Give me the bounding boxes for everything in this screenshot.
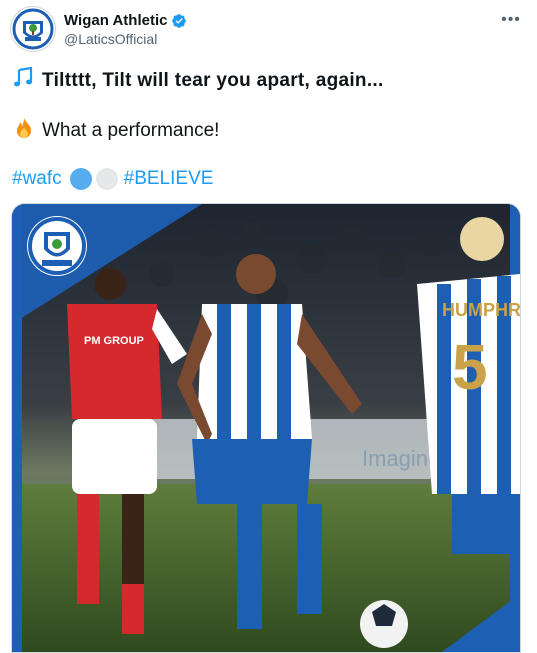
tweet-line-2: What a performance!: [12, 116, 527, 143]
blue-circle-icon: [69, 168, 92, 190]
hashtag-believe[interactable]: #BELIEVE: [124, 167, 214, 191]
tweet-line-1-text: Tiltttt, Tilt will tear you apart, again…: [42, 70, 384, 91]
tweet-line-3: #wafc #BELIEVE: [12, 167, 527, 191]
name-row: Wigan Athletic: [64, 12, 187, 29]
crest-logo: [27, 216, 87, 276]
sponsor-text: PM GROUP: [84, 335, 144, 347]
display-name[interactable]: Wigan Athletic: [64, 12, 167, 29]
musical-notes-icon: [14, 66, 33, 87]
account-handle[interactable]: @LaticsOfficial: [64, 31, 157, 47]
fire-icon: [17, 118, 31, 138]
verified-badge-icon: [172, 13, 187, 28]
more-options-button[interactable]: •••: [497, 10, 525, 30]
white-circle-icon: [95, 168, 118, 190]
tweet-media-photo[interactable]: Imagine Ca PM GROUP HUMPHR 5: [11, 203, 521, 653]
tweet-line-2-text: What a performance!: [42, 120, 220, 141]
tweet-line-1: Tiltttt, Tilt will tear you apart, again…: [12, 66, 527, 93]
hashtag-wafc[interactable]: #wafc: [12, 167, 62, 191]
player-name-text: HUMPHR: [442, 300, 520, 320]
tweet-header: Wigan Athletic @LaticsOfficial •••: [10, 6, 527, 52]
football: [360, 600, 408, 648]
avatar[interactable]: [10, 6, 56, 52]
match-photo: Imagine Ca PM GROUP HUMPHR 5: [12, 204, 520, 652]
shirt-number-text: 5: [452, 331, 488, 403]
wigan-crest-icon: [12, 8, 54, 50]
